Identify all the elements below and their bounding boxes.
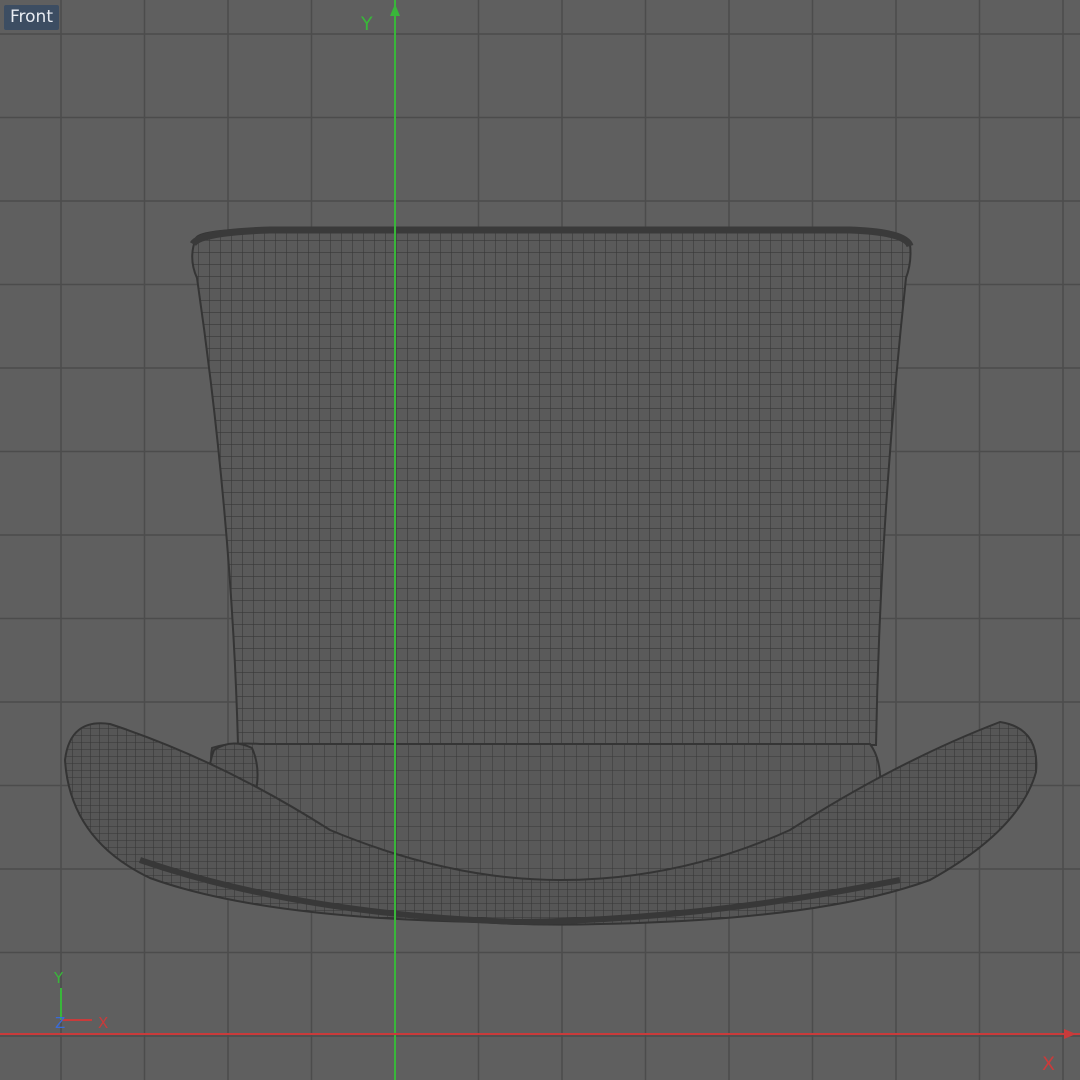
orientation-gizmo[interactable]: Y Z X xyxy=(53,969,108,1032)
viewport-canvas[interactable]: Y X Y Z X xyxy=(0,0,1080,1080)
hat-crown xyxy=(191,228,912,746)
x-axis-label: X xyxy=(1042,1053,1055,1075)
y-axis-arrow-icon xyxy=(390,4,400,16)
gizmo-z-label: Z xyxy=(55,1014,65,1032)
y-axis-label: Y xyxy=(360,13,373,35)
x-axis-arrow-icon xyxy=(1064,1029,1076,1039)
front-viewport[interactable]: Y X Y Z X Front xyxy=(0,0,1080,1080)
top-hat-wireframe[interactable] xyxy=(63,226,1038,926)
gizmo-y-label: Y xyxy=(53,969,64,987)
gizmo-x-label: X xyxy=(98,1014,108,1032)
view-name-label[interactable]: Front xyxy=(4,5,59,30)
